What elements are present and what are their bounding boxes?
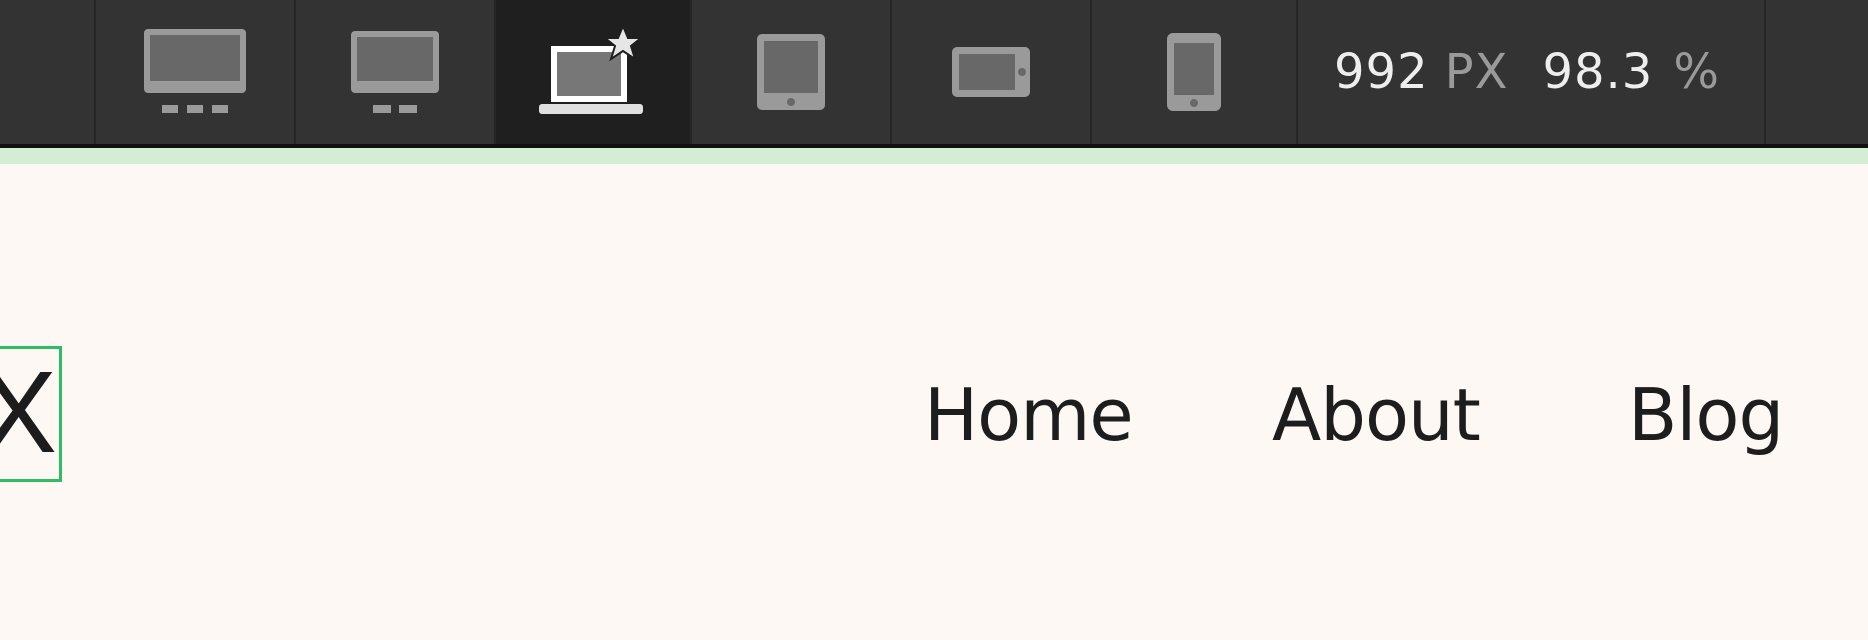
zoom-value[interactable]: 98.3 <box>1542 44 1653 100</box>
nav-link-about[interactable]: About <box>1272 372 1481 458</box>
logo-text: X <box>0 353 57 471</box>
tablet-landscape-icon <box>952 47 1030 97</box>
zoom-unit: % <box>1673 44 1720 100</box>
breakpoint-tablet-portrait-button[interactable] <box>692 0 892 144</box>
viewport-readout: 992 PX 98.3 % <box>1298 0 1766 144</box>
breakpoint-indicator-bar <box>0 148 1868 164</box>
viewport-width-value[interactable]: 992 <box>1334 44 1429 100</box>
breakpoint-toolbar: 992 PX 98.3 % <box>0 0 1868 148</box>
selected-logo-element[interactable]: X <box>0 346 62 482</box>
nav-link-blog[interactable]: Blog <box>1628 372 1784 458</box>
breakpoint-laptop-button[interactable] <box>496 0 692 144</box>
viewport-width-unit: PX <box>1444 44 1509 100</box>
phone-icon <box>1167 33 1221 111</box>
tablet-portrait-icon <box>757 34 825 110</box>
toolbar-spacer <box>0 0 96 144</box>
desktop-icon <box>351 31 439 113</box>
breakpoint-desktop-button[interactable] <box>296 0 496 144</box>
nav-link-home[interactable]: Home <box>924 372 1134 458</box>
desktop-large-icon <box>144 29 246 113</box>
laptop-star-icon <box>539 23 644 114</box>
breakpoint-tablet-landscape-button[interactable] <box>892 0 1092 144</box>
breakpoint-desktop-large-button[interactable] <box>96 0 296 144</box>
breakpoint-phone-button[interactable] <box>1092 0 1298 144</box>
toolbar-spacer-right <box>1766 0 1868 144</box>
